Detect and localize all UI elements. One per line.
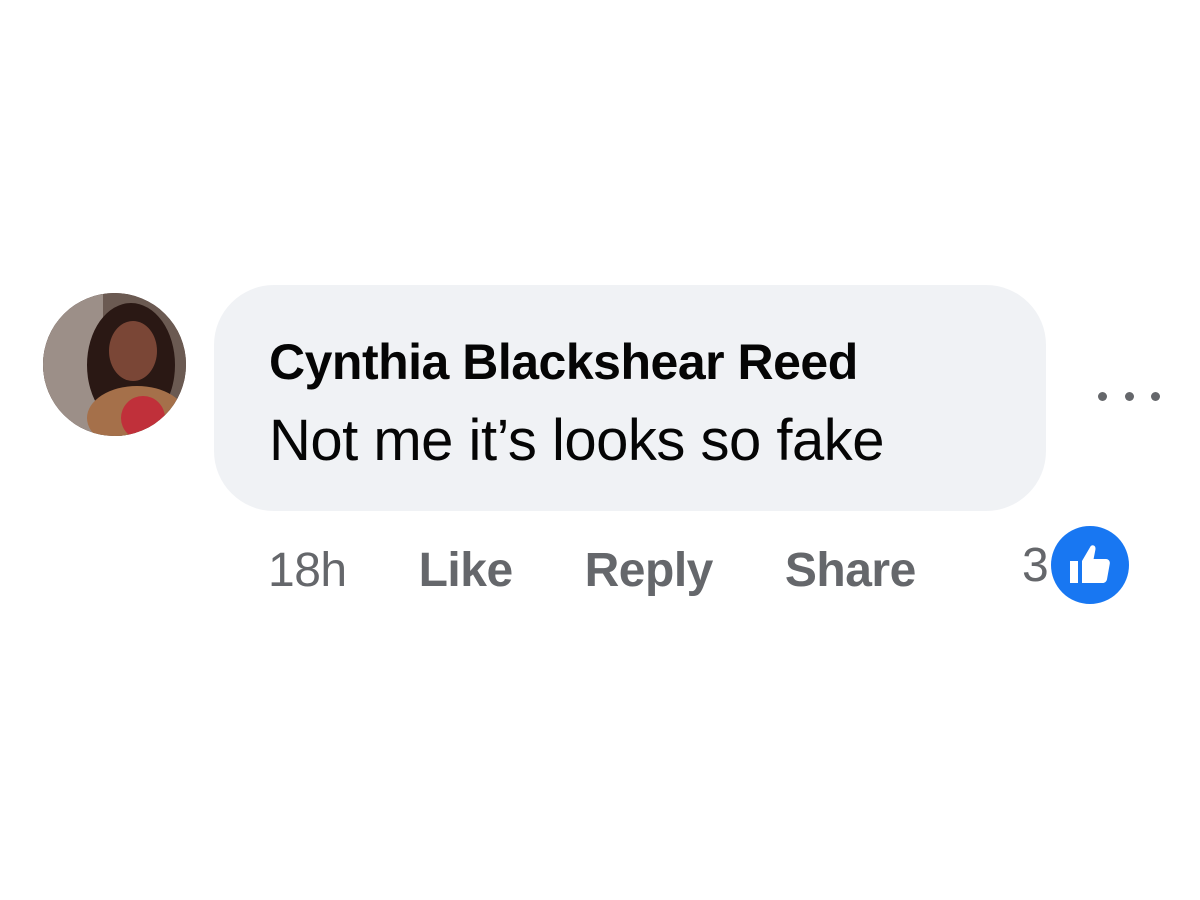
comment-timestamp[interactable]: 18h — [268, 543, 347, 598]
avatar-image — [43, 293, 186, 436]
reply-button[interactable]: Reply — [585, 543, 714, 598]
comment-text: Not me it’s looks so fake — [269, 408, 885, 473]
thumbs-up-icon — [1046, 522, 1133, 608]
share-button[interactable]: Share — [785, 543, 916, 598]
comment: Cynthia Blackshear Reed Not me it’s look… — [0, 0, 1200, 900]
like-button[interactable]: Like — [419, 543, 514, 598]
dot — [1124, 391, 1134, 401]
more-options-icon[interactable] — [1098, 378, 1160, 414]
reaction-summary[interactable]: 3 — [1022, 522, 1133, 608]
dot — [1098, 391, 1107, 401]
dot — [1151, 391, 1160, 401]
comment-author[interactable]: Cynthia Blackshear Reed — [269, 333, 858, 391]
avatar[interactable] — [43, 293, 186, 436]
comment-bubble: Cynthia Blackshear Reed Not me it’s look… — [214, 285, 1046, 511]
reaction-count: 3 — [1022, 538, 1049, 592]
comment-actions: 18h Like Reply Share — [268, 538, 916, 602]
